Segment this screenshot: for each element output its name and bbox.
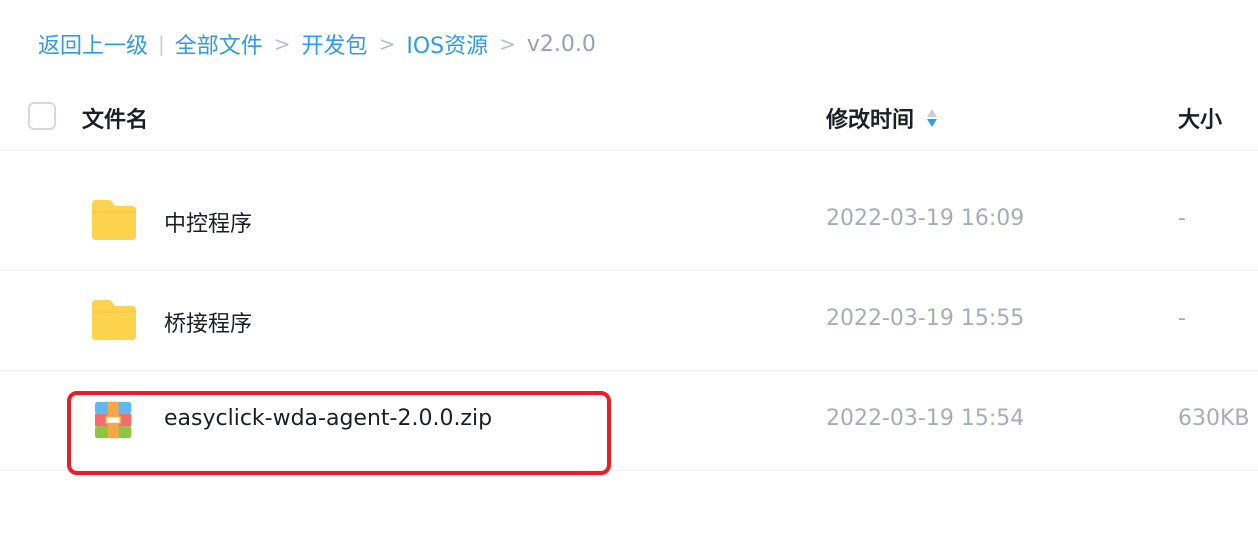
breadcrumb-separator: > [499,32,516,56]
file-size: - [1178,306,1186,331]
file-name[interactable]: 中控程序 [164,206,252,238]
file-name[interactable]: easyclick-wda-agent-2.0.0.zip [164,406,492,431]
file-list-header: 文件名 修改时间 大小 [0,86,1258,151]
file-modified: 2022-03-19 15:55 [826,306,1025,331]
breadcrumb-separator: > [273,32,291,56]
file-name[interactable]: 桥接程序 [164,306,252,338]
column-header-modified[interactable]: 修改时间 [826,102,938,134]
file-browser: 返回上一级 | 全部文件 > 开发包 > IOS资源 > v2.0.0 文件名 … [0,0,1258,540]
file-modified: 2022-03-19 15:54 [826,406,1025,431]
file-size: 630KB [1178,406,1250,431]
file-size: - [1178,206,1186,231]
breadcrumb: 返回上一级 | 全部文件 > 开发包 > IOS资源 > v2.0.0 [38,28,596,60]
breadcrumb-all-files[interactable]: 全部文件 [175,28,263,60]
column-header-modified-label: 修改时间 [826,108,915,133]
breadcrumb-separator: > [378,32,396,56]
select-all-checkbox[interactable] [28,102,56,130]
breadcrumb-divider: | [158,32,165,56]
breadcrumb-ios-resources[interactable]: IOS资源 [406,28,488,60]
sort-icon[interactable] [926,107,938,129]
folder-icon [92,200,136,240]
breadcrumb-current: v2.0.0 [526,31,596,57]
file-modified: 2022-03-19 16:09 [826,206,1025,231]
column-header-size: 大小 [1178,108,1223,133]
file-row[interactable]: 中控程序 2022-03-19 16:09 - [0,170,1258,271]
file-row[interactable]: easyclick-wda-agent-2.0.0.zip 2022-03-19… [0,370,1258,471]
folder-icon [92,300,136,340]
breadcrumb-dev-package[interactable]: 开发包 [302,28,368,60]
file-row[interactable]: 桥接程序 2022-03-19 15:55 - [0,270,1258,371]
back-link[interactable]: 返回上一级 [38,28,148,60]
zip-archive-icon [95,401,132,439]
column-header-name: 文件名 [82,108,149,133]
